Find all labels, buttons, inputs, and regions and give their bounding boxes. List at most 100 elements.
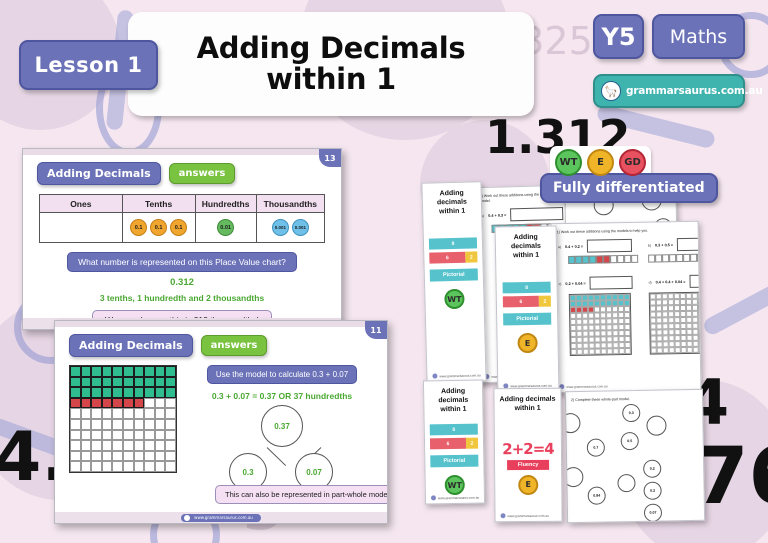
part-whole-node-value[interactable]: 0.2 [643,459,662,478]
question-text: 0.2 + 0.04 = [565,281,586,286]
differentiation-label: Fully differentiated [540,173,718,203]
part-whole-node[interactable] [564,412,581,434]
part-whole-node[interactable] [564,466,584,488]
worksheet-question-page-3[interactable]: 2) Complete these whole-part model. 0.7 … [564,388,706,524]
representation-label: Pictorial [503,312,552,326]
bar-parts: 6 2 [429,437,479,450]
question-row[interactable]: a) 0.4 + 0.3 = [475,202,569,222]
answers-pill[interactable]: answers [168,163,236,184]
worksheet-cover-e-fluency[interactable]: Adding decimals within 1 2+2=4 Fluency E … [493,387,563,523]
answer-value: 0.312 [170,277,194,288]
question-banner: What number is represented on this Place… [67,252,297,272]
part-whole-whole[interactable]: 0.37 [261,405,303,447]
part-whole-node-value[interactable]: 0.07 [643,503,663,522]
bar-model: 8 6 2 Pictorial E [497,281,558,354]
cell-hundredths[interactable]: 0.01 [194,212,257,243]
worksheet-footer: www.grammarsaurus.com.au [432,372,480,378]
slide-number-badge: 13 [319,149,341,167]
part-whole-group: 0.7 0.3 0.5 0.84 0.2 0.2 0.07 [564,401,705,522]
slide-number-badge: 11 [365,321,387,339]
slide-model-calculation[interactable]: 11 Adding Decimals answers Use the model… [54,320,388,524]
slide-title-pill: Adding Decimals [69,334,193,357]
part-whole-node-value[interactable]: 0.2 [643,481,662,500]
slide-title-pill: Adding Decimals [37,162,161,185]
slide-footer: www.grammarsaurus.com.au [55,512,387,523]
fluency-block: 2+2=4 Fluency E [495,439,561,495]
question-column-left: a) 0.4 + 0.2 = c) 0.2 + 0.04 = [552,234,640,357]
question-row[interactable]: d) 0.4 + 0.4 + 0.04 = [642,269,702,288]
brand-bar[interactable]: 🦙 grammarsaurus.com.au [593,74,763,108]
question-row[interactable]: b) 0.3 + 0.5 = [642,232,702,252]
question-label: d) [648,280,652,285]
hundred-square[interactable] [648,291,702,355]
counter-tenth: 0.1 [150,219,168,236]
part-whole-node-value[interactable]: 0.7 [586,438,606,457]
worksheet-cover-e-1[interactable]: Adding decimals within 1 8 6 2 Pictorial … [494,225,560,393]
bar-whole: 8 [502,281,551,294]
question-row[interactable]: a) 0.4 + 0.2 = [552,234,638,253]
cell-tenths[interactable]: 0.1 0.1 0.1 [121,212,196,243]
representation-label: Pictorial [429,268,478,282]
subject-label: Maths [669,25,728,48]
cell-ones[interactable] [39,212,123,243]
note-banner: This can also be represented in part-who… [215,485,387,504]
worksheet-footer: www.grammarsaurus.com.au [559,383,607,389]
brand-url-label: grammarsaurus.com.au [626,85,763,97]
worksheet-badge-e: E [517,333,538,354]
page-title: Adding Decimals within 1 [128,12,534,116]
worksheet-cover-wt-1[interactable]: Adding decimals within 1 8 6 2 Pictorial … [421,181,487,383]
fluency-art-label: 2+2=4 [502,439,554,458]
bar-parts: 6 2 [429,251,478,264]
fluency-label: Fluency [506,459,550,470]
worksheet-question-page-2[interactable]: 1) Work out these additions using the mo… [550,220,702,394]
question-column-right: b) 0.3 + 0.5 = d) 0.4 + 0.4 + 0.04 = [642,232,702,355]
slide-place-value-chart[interactable]: 13 Adding Decimals answers Ones Tenths H… [22,148,342,330]
bar-part-b: 2 [465,251,478,263]
table-header-row: Ones Tenths Hundredths Thousandths [39,194,326,213]
footer-brand-label: www.grammarsaurus.com.au [181,513,261,522]
part-whole-node-value[interactable]: 0.84 [587,486,606,505]
dinosaur-logo-icon: 🦙 [601,81,621,101]
question-label: c) [558,281,562,286]
cell-thousandths[interactable]: 0.001 0.001 [255,212,326,243]
badge-wt-label: WT [559,157,578,168]
answer-box[interactable] [676,237,702,252]
bar-whole: 8 [429,423,478,436]
worksheet-title: Adding decimals within 1 [499,395,556,412]
part-whole-node[interactable] [617,474,636,493]
slide-header: Adding Decimals answers [55,327,387,357]
column-header-tenths: Tenths [121,194,196,213]
slide-header: Adding Decimals answers [23,155,341,185]
part-whole-model: 0.37 0.3 0.07 [217,403,347,491]
answer-box[interactable] [510,207,564,222]
worksheet-badge-e: E [518,474,539,495]
question-row[interactable]: c) 0.2 + 0.04 = [552,271,638,290]
differentiation-badges: WT E GD [550,146,651,179]
hundred-square-model[interactable] [69,365,177,473]
counter-thousandth: 0.001 [291,219,309,236]
badge-e: E [587,149,614,176]
counter-tenth: 0.1 [130,219,148,236]
bar-part-a: 6 [429,438,467,450]
counter-thousandth: 0.001 [271,219,289,236]
bar-whole: 8 [428,237,478,250]
worksheet-title: Adding decimals within 1 [436,189,467,215]
question-columns: a) 0.4 + 0.2 = c) 0.2 + 0.04 = b) 0.3 + … [552,232,702,357]
worksheet-cover-wt-2[interactable]: Adding decimals within 1 8 6 2 Pictorial … [422,379,486,505]
badge-gd: GD [619,149,646,176]
part-whole-node-value[interactable]: 0.5 [620,431,639,451]
question-label: a) [557,244,561,249]
worksheet-badge-wt: WT [444,475,465,496]
column-header-thousandths: Thousandths [255,194,326,213]
slide-body: Use the model to calculate 0.3 + 0.07 0.… [55,357,387,491]
hundred-square[interactable] [568,292,632,357]
question-label: b) [647,243,651,248]
worksheet-footer: www.grammarsaurus.com.au [431,495,479,501]
place-value-table: Ones Tenths Hundredths Thousandths 0.1 0… [39,194,326,243]
answer-box[interactable] [589,275,633,290]
answer-box[interactable] [586,238,633,253]
part-whole-node-value[interactable]: 0.3 [622,403,641,423]
equation-answer: 0.3 + 0.07 = 0.37 OR 37 hundredths [211,391,353,401]
answers-pill[interactable]: answers [200,335,268,356]
part-whole-node[interactable] [646,415,667,436]
